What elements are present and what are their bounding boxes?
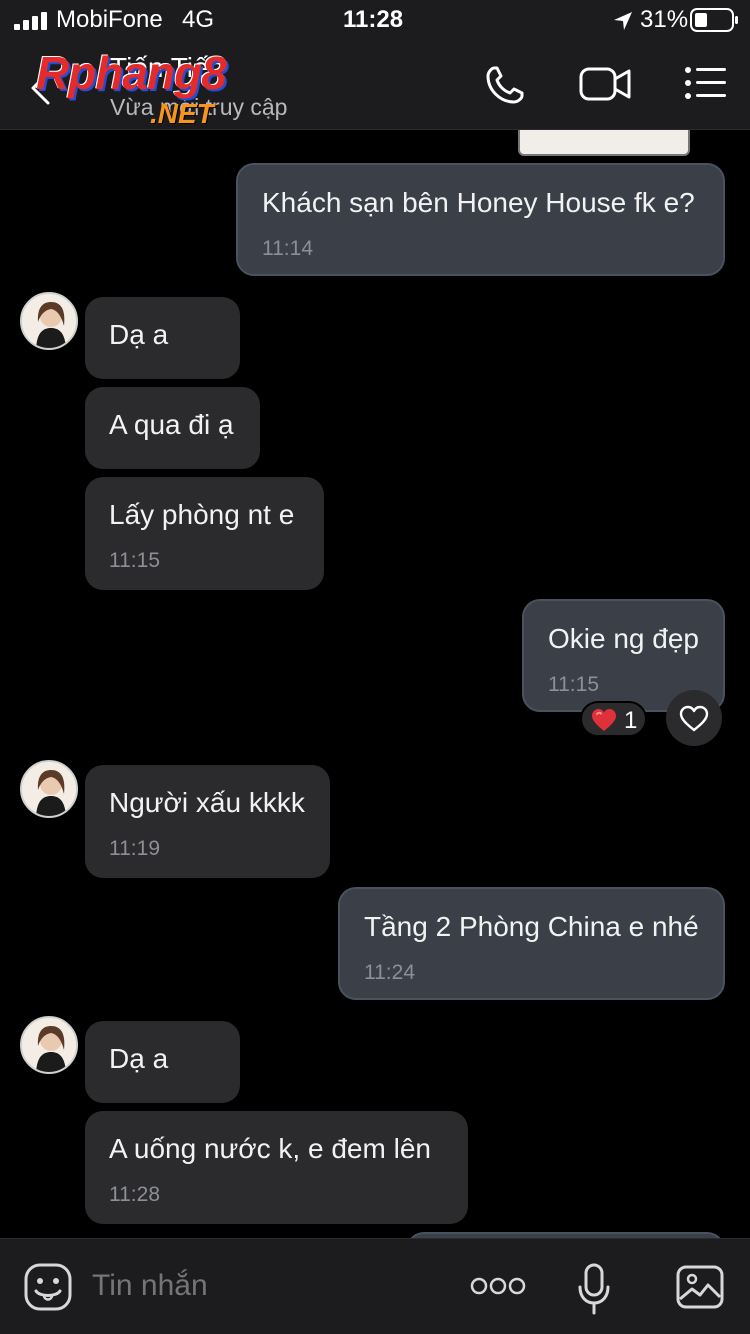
reaction-badge[interactable]: 1: [580, 701, 647, 737]
message-text: A uống nước k, e đem lên: [109, 1133, 431, 1164]
message-text: Khách sạn bên Honey House fk e?: [262, 187, 695, 218]
chat-header: Tiến Tiến Vừa mới truy cập Rphang8 .NET: [0, 40, 750, 130]
watermark-logo-sub: .NET: [150, 98, 214, 129]
heart-filled-icon: [592, 709, 616, 731]
avatar[interactable]: [20, 1016, 78, 1074]
battery-percent: 31%: [640, 6, 689, 33]
heart-outline-icon: [679, 705, 709, 732]
message-text: Lấy phòng nt e: [109, 499, 295, 530]
phone-call-icon[interactable]: [484, 64, 526, 106]
message-time: 11:15: [548, 673, 599, 696]
carrier-label: MobiFone: [56, 6, 163, 33]
battery-icon: [690, 8, 738, 32]
microphone-icon[interactable]: [576, 1263, 612, 1315]
message-bubble-outgoing[interactable]: Khách sạn bên Honey House fk e? 11:14: [236, 163, 725, 276]
avatar[interactable]: [20, 760, 78, 818]
avatar[interactable]: [20, 292, 78, 350]
message-text: Người xấu kkkk: [109, 787, 305, 818]
location-arrow-icon: [614, 12, 632, 30]
message-time: 11:14: [262, 237, 313, 260]
message-bubble-incoming[interactable]: Dạ a: [85, 1021, 240, 1103]
sticker-emoji-icon[interactable]: [24, 1263, 72, 1311]
contact-avatar-icon: [22, 762, 76, 816]
message-text: Dạ a: [109, 319, 169, 350]
message-bubble-incoming[interactable]: A qua đi ạ: [85, 387, 260, 469]
message-text: Okie ng đẹp: [548, 623, 699, 654]
status-bar: MobiFone 4G 11:28 31%: [0, 0, 750, 40]
video-call-icon[interactable]: [578, 64, 632, 104]
network-label: 4G: [182, 6, 215, 33]
contact-avatar-icon: [22, 1018, 76, 1072]
more-options-icon[interactable]: [470, 1277, 526, 1295]
message-time: 11:24: [364, 961, 415, 984]
message-text: Dạ a: [109, 1043, 169, 1074]
message-bubble-outgoing[interactable]: Tầng 2 Phòng China e nhé 11:24: [338, 887, 725, 1000]
signal-icon: [14, 12, 47, 30]
message-text: Tầng 2 Phòng China e nhé: [364, 911, 699, 942]
reaction-count: 1: [624, 707, 638, 734]
message-time: 11:15: [109, 549, 160, 572]
message-text: A qua đi ạ: [109, 409, 234, 440]
watermark-logo: Rphang8: [36, 47, 227, 99]
message-time: 11:28: [109, 1183, 160, 1206]
message-bubble-incoming[interactable]: Người xấu kkkk 11:19: [85, 765, 330, 878]
message-bubble-incoming[interactable]: Dạ a: [85, 297, 240, 379]
message-bubble-incoming[interactable]: A uống nước k, e đem lên 11:28: [85, 1111, 468, 1224]
react-heart-button[interactable]: [666, 690, 722, 746]
menu-list-icon[interactable]: [684, 66, 728, 100]
contact-avatar-icon: [22, 294, 76, 348]
clock: 11:28: [343, 6, 404, 33]
message-time: 11:19: [109, 837, 160, 860]
message-input[interactable]: [92, 1265, 452, 1307]
message-bubble-incoming[interactable]: Lấy phòng nt e 11:15: [85, 477, 324, 590]
message-composer: [0, 1238, 750, 1334]
image-gallery-icon[interactable]: [676, 1265, 724, 1309]
previous-image-message[interactable]: [518, 130, 690, 156]
